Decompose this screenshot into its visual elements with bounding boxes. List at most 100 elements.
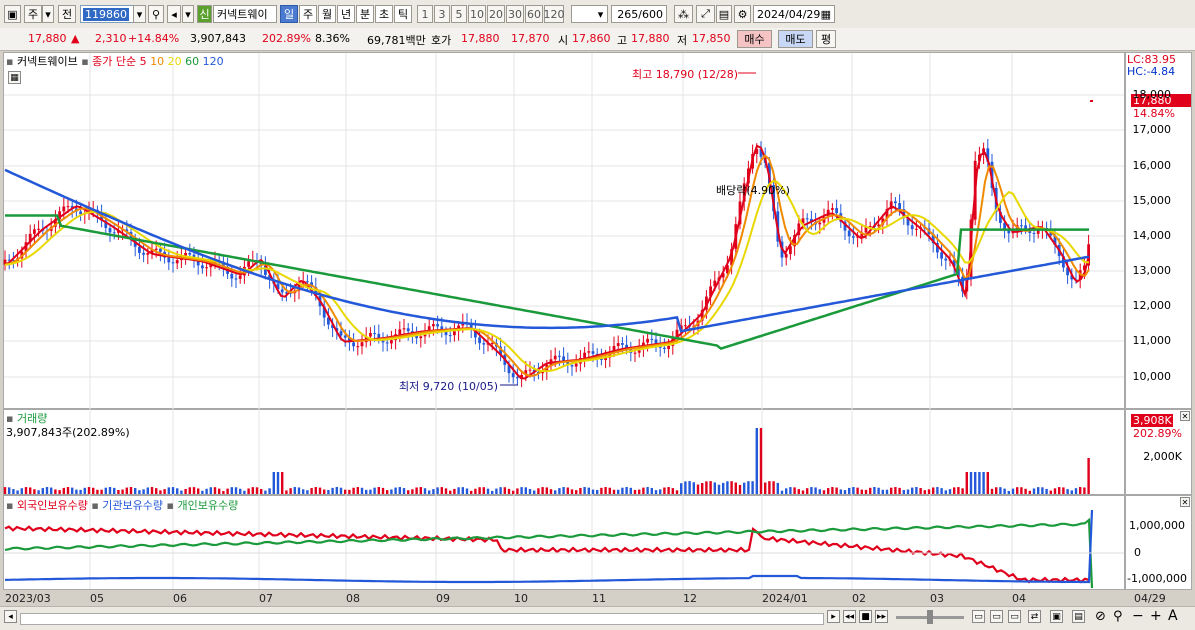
volume-bar <box>680 483 683 494</box>
price-y-tick: 11,000 <box>1132 334 1172 347</box>
volume-bar <box>398 487 401 494</box>
volume-bar <box>533 490 536 494</box>
volume-bar <box>75 489 78 494</box>
data-icon[interactable]: ▤ <box>1072 610 1085 623</box>
volume-bar <box>772 481 775 494</box>
volume-bar <box>860 489 863 494</box>
scroll-left-icon[interactable]: ◂ <box>4 610 17 623</box>
volume-bar <box>869 487 872 494</box>
volume-bar <box>163 489 166 494</box>
stop-icon[interactable]: ■ <box>859 610 872 623</box>
candle-body <box>574 363 578 367</box>
volume-bar <box>1070 490 1073 494</box>
volume-bar <box>37 490 40 494</box>
price-y-tick: 10,000 <box>1132 370 1172 383</box>
volume-bar <box>953 487 956 494</box>
candle-body <box>616 343 620 347</box>
zoom-in-icon[interactable]: + <box>1150 608 1162 624</box>
volume-bar <box>570 489 574 494</box>
zoom-slider-handle[interactable] <box>927 610 933 624</box>
candle-body <box>835 208 838 214</box>
volume-bar <box>839 489 842 494</box>
close-icon[interactable]: ✕ <box>1180 497 1190 507</box>
volume-bar <box>243 490 246 494</box>
volume-bar <box>150 487 154 494</box>
layout2-icon[interactable]: ▭ <box>990 610 1003 623</box>
volume-bar <box>327 490 330 494</box>
volume-bar <box>663 487 666 494</box>
moving-average-line <box>4 154 1090 377</box>
holding-legend: ▪ 외국인보유수량 ▪ 기관보유수량 ▪ 개인보유수량 <box>6 497 238 513</box>
text-icon[interactable]: A <box>1168 608 1178 624</box>
volume-bar <box>331 487 334 494</box>
layout-icon[interactable]: ▭ <box>972 610 985 623</box>
volume-bar <box>659 489 662 494</box>
horizontal-scrollbar[interactable] <box>20 613 824 625</box>
series-marker-icon: ▪ <box>81 55 89 68</box>
volume-bar <box>440 487 443 494</box>
volume-bar <box>520 487 523 494</box>
table-icon[interactable]: ▦ <box>8 71 21 84</box>
volume-bar <box>780 490 784 494</box>
low-annotation: 최저 9,720 (10/05) <box>399 380 499 393</box>
volume-bar <box>436 487 439 494</box>
volume-bar <box>797 489 800 494</box>
volume-bar <box>793 487 796 494</box>
series-marker-icon: ▪ <box>91 499 99 512</box>
candle-body <box>453 331 456 336</box>
scroll-right-icon[interactable]: ▸ <box>827 610 840 623</box>
volume-bar <box>293 487 296 494</box>
fast-forward-icon[interactable]: ▸▸ <box>875 610 888 623</box>
layout3-icon[interactable]: ▭ <box>1008 610 1021 623</box>
x-axis-label: 2023/03 <box>5 592 51 605</box>
candle-body <box>369 333 372 337</box>
search-icon[interactable]: ⚲ <box>1113 609 1123 624</box>
candle-body <box>490 343 494 345</box>
volume-bar <box>1024 488 1027 494</box>
volume-bar <box>667 487 670 494</box>
volume-bar <box>176 488 179 494</box>
volume-bar <box>394 487 397 494</box>
zoom-out-icon[interactable]: − <box>1132 608 1144 624</box>
volume-bar <box>192 487 196 494</box>
volume-bar <box>969 472 973 494</box>
volume-bar <box>8 487 11 494</box>
x-axis-label: 05 <box>90 592 104 605</box>
volume-bar <box>654 490 658 494</box>
volume-bar <box>919 488 922 494</box>
high-annotation: 최고 18,790 (12/28) <box>632 68 739 81</box>
link-icon[interactable]: ⇄ <box>1028 610 1041 623</box>
candle-body <box>562 356 565 361</box>
rewind-icon[interactable]: ◂◂ <box>843 610 856 623</box>
volume-bar <box>230 487 233 494</box>
volume-bar <box>486 488 490 494</box>
candle-body <box>818 222 822 225</box>
candle-body <box>112 232 116 234</box>
volume-bar <box>66 487 70 494</box>
candle-body <box>142 252 145 255</box>
price-y-tick: 13,000 <box>1132 264 1172 277</box>
volume-bar <box>646 487 649 494</box>
candle-body <box>108 228 112 233</box>
volume-bar <box>906 489 910 494</box>
volume-bar <box>545 487 548 494</box>
volume-bar <box>1016 487 1019 494</box>
volume-bar <box>507 488 511 494</box>
volume-bar <box>125 487 128 494</box>
candle-body <box>339 331 343 336</box>
settings2-icon[interactable]: ▣ <box>1050 610 1063 623</box>
x-axis-label: 07 <box>259 592 273 605</box>
candle-body <box>247 261 250 267</box>
volume-bar <box>71 487 74 494</box>
volume-bar <box>864 489 868 494</box>
candle-body <box>167 257 171 263</box>
volume-bar <box>390 489 393 494</box>
volume-bar <box>675 490 679 494</box>
close-icon[interactable]: ✕ <box>1180 411 1190 421</box>
volume-bar <box>369 489 372 494</box>
volume-bar <box>54 489 57 494</box>
reset-icon[interactable]: ⊘ <box>1095 609 1106 624</box>
series-marker-icon: ▪ <box>166 499 174 512</box>
volume-bar <box>205 488 208 494</box>
foreign-holding-label: 외국인보유수량 <box>16 499 88 512</box>
